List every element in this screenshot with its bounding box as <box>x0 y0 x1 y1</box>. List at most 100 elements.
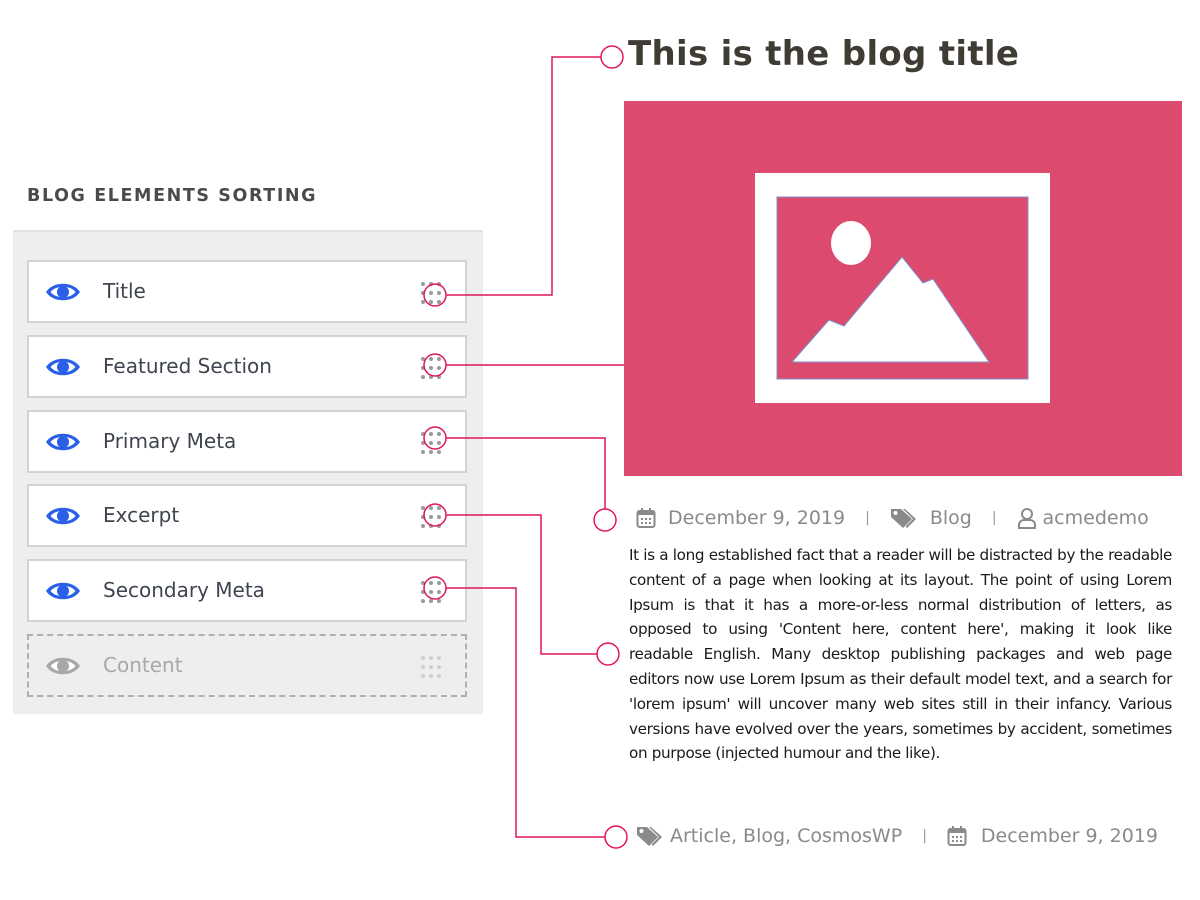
grip-dot <box>429 506 433 510</box>
grip-dot <box>429 450 433 454</box>
grip-dot <box>437 665 441 669</box>
calendar-icon <box>947 826 967 846</box>
grip-dot <box>429 282 433 286</box>
calendar-icon <box>636 508 656 528</box>
sort-item-excerpt[interactable]: Excerpt <box>27 484 467 547</box>
grip-dot <box>437 590 441 594</box>
grip-dot <box>429 674 433 678</box>
drag-handle-icon[interactable] <box>421 432 443 456</box>
sort-item-label: Title <box>103 279 146 303</box>
grip-dot <box>421 291 425 295</box>
grip-dot <box>437 581 441 585</box>
eye-icon[interactable] <box>45 355 81 379</box>
panel-heading: BLOG ELEMENTS SORTING <box>27 186 318 206</box>
post-excerpt: It is a long established fact that a rea… <box>629 546 1172 763</box>
user-icon <box>1017 508 1036 529</box>
grip-dot <box>437 515 441 519</box>
grip-dot <box>429 599 433 603</box>
grip-dot <box>429 291 433 295</box>
grip-dot <box>421 515 425 519</box>
tags-icon <box>890 509 916 528</box>
grip-dot <box>429 590 433 594</box>
grip-dot <box>437 282 441 286</box>
grip-dot <box>421 524 425 528</box>
eye-icon[interactable] <box>45 430 81 454</box>
grip-dot <box>429 432 433 436</box>
grip-dot <box>421 300 425 304</box>
grip-dot <box>429 656 433 660</box>
meta-separator: | <box>922 828 927 844</box>
grip-dot <box>429 524 433 528</box>
grip-dot <box>421 599 425 603</box>
connector-dot <box>596 642 620 666</box>
grip-dot <box>437 656 441 660</box>
grip-dot <box>437 506 441 510</box>
grip-dot <box>429 366 433 370</box>
drag-handle-icon[interactable] <box>421 282 443 306</box>
tags-icon <box>637 827 662 846</box>
grip-dot <box>429 581 433 585</box>
grip-dot <box>421 357 425 361</box>
grip-dot <box>421 432 425 436</box>
post-author[interactable]: acmedemo <box>1043 507 1149 529</box>
eye-icon[interactable] <box>45 579 81 603</box>
grip-dot <box>421 366 425 370</box>
grip-dot <box>429 441 433 445</box>
sort-item-label: Content <box>103 653 183 677</box>
post-tags[interactable]: Article, Blog, CosmosWP <box>670 825 902 847</box>
connector-dot <box>593 508 617 532</box>
grip-dot <box>421 674 425 678</box>
grip-dot <box>429 515 433 519</box>
image-placeholder-icon <box>755 173 1050 403</box>
eye-icon[interactable] <box>45 504 81 528</box>
secondary-meta: Article, Blog, CosmosWP | December 9, 20… <box>636 822 1158 850</box>
connector-dot <box>600 45 624 69</box>
sort-item-title[interactable]: Title <box>27 260 467 323</box>
grip-dot <box>421 581 425 585</box>
grip-dot <box>437 357 441 361</box>
grip-dot <box>421 375 425 379</box>
grip-dot <box>437 524 441 528</box>
sort-item-secondary-meta[interactable]: Secondary Meta <box>27 559 467 622</box>
grip-dot <box>437 291 441 295</box>
meta-separator: | <box>865 510 870 526</box>
grip-dot <box>437 300 441 304</box>
meta-separator: | <box>991 510 997 526</box>
primary-meta: December 9, 2019 | Blog | acmedemo <box>636 504 1149 532</box>
grip-dot <box>421 506 425 510</box>
grip-dot <box>437 599 441 603</box>
grip-dot <box>421 450 425 454</box>
grip-dot <box>437 375 441 379</box>
grip-dot <box>429 357 433 361</box>
post-date[interactable]: December 9, 2019 <box>981 825 1158 847</box>
sort-item-label: Featured Section <box>103 354 272 378</box>
sort-item-primary-meta[interactable]: Primary Meta <box>27 410 467 473</box>
connector-dot <box>604 825 628 849</box>
grip-dot <box>437 441 441 445</box>
sort-item-label: Primary Meta <box>103 429 237 453</box>
grip-dot <box>421 441 425 445</box>
post-category[interactable]: Blog <box>930 507 972 529</box>
sort-item-content[interactable]: Content <box>27 634 467 697</box>
grip-dot <box>437 450 441 454</box>
grip-dot <box>429 375 433 379</box>
grip-dot <box>421 282 425 286</box>
grip-dot <box>429 665 433 669</box>
eye-icon[interactable] <box>45 654 81 678</box>
featured-image <box>624 101 1182 476</box>
sort-item-featured-section[interactable]: Featured Section <box>27 335 467 398</box>
grip-dot <box>421 590 425 594</box>
grip-dot <box>437 674 441 678</box>
eye-icon[interactable] <box>45 280 81 304</box>
grip-dot <box>421 656 425 660</box>
grip-dot <box>437 432 441 436</box>
grip-dot <box>437 366 441 370</box>
sort-item-label: Secondary Meta <box>103 578 265 602</box>
drag-handle-icon[interactable] <box>421 581 443 605</box>
post-date[interactable]: December 9, 2019 <box>668 507 845 529</box>
grip-dot <box>421 665 425 669</box>
grip-dot <box>429 300 433 304</box>
drag-handle-icon[interactable] <box>421 506 443 530</box>
drag-handle-icon[interactable] <box>421 656 443 680</box>
drag-handle-icon[interactable] <box>421 357 443 381</box>
